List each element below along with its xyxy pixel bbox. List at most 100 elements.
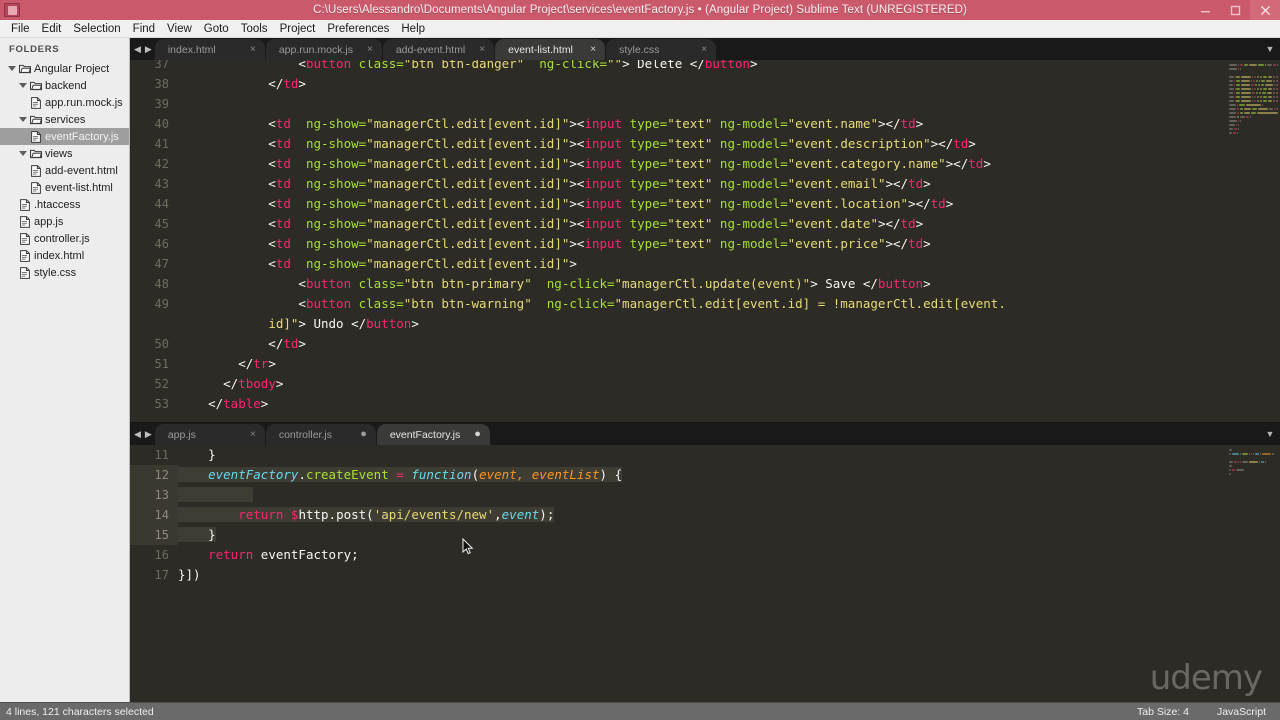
top-code-area[interactable]: 37 <button class="btn btn-danger" ng-cli… bbox=[130, 60, 1224, 422]
minimize-icon[interactable] bbox=[1190, 0, 1220, 20]
tab-close-icon[interactable]: × bbox=[236, 44, 256, 55]
tab-close-icon[interactable]: × bbox=[353, 44, 373, 55]
sidebar-header: FOLDERS bbox=[9, 44, 60, 55]
minimap-line bbox=[1227, 84, 1278, 87]
line-number: 53 bbox=[154, 397, 169, 411]
code-text: </td> bbox=[178, 76, 306, 91]
line-number: 38 bbox=[154, 77, 169, 91]
code-text: <td ng-show="managerCtl.edit[event.id]">… bbox=[178, 236, 931, 251]
tab-label: app.run.mock.js bbox=[278, 43, 353, 56]
tab-close-icon[interactable]: × bbox=[576, 44, 596, 55]
tab-scroll-right-icon[interactable]: ▶ bbox=[145, 44, 152, 54]
code-line: 47 <td ng-show="managerCtl.edit[event.id… bbox=[130, 254, 1224, 274]
minimap-line bbox=[1227, 80, 1278, 83]
tab-dirty-dot-icon[interactable]: ● bbox=[460, 429, 481, 440]
minimap-line bbox=[1227, 92, 1278, 95]
folder-icon bbox=[17, 64, 32, 74]
line-number: 16 bbox=[154, 548, 169, 562]
top-minimap[interactable] bbox=[1224, 60, 1280, 422]
sidebar-file-tree: Angular Project backend app.run.mock.js ser… bbox=[0, 60, 129, 281]
code-line: 40 <td ng-show="managerCtl.edit[event.id… bbox=[130, 114, 1224, 134]
code-line: 16 return eventFactory; bbox=[130, 545, 1224, 565]
tab-controller-js[interactable]: controller.js ● bbox=[265, 424, 376, 445]
code-text: <td ng-show="managerCtl.edit[event.id]">… bbox=[178, 196, 954, 211]
minimap-line bbox=[1227, 72, 1278, 75]
sidebar-item-label: index.html bbox=[34, 249, 85, 262]
close-icon[interactable] bbox=[1250, 0, 1280, 20]
top-tab-menu-icon[interactable]: ▼ bbox=[1260, 38, 1280, 60]
code-text: </tr> bbox=[178, 356, 276, 371]
folder-icon bbox=[28, 149, 43, 159]
code-text: <button class="btn btn-primary" ng-click… bbox=[178, 276, 931, 291]
menu-preferences[interactable]: Preferences bbox=[321, 21, 395, 37]
tab-app-js[interactable]: app.js × bbox=[154, 424, 265, 445]
menu-find[interactable]: Find bbox=[127, 21, 161, 37]
sidebar-item-add-event-html[interactable]: add-event.html bbox=[0, 162, 129, 179]
sidebar-item-label: services bbox=[45, 113, 86, 126]
disclosure-triangle-icon[interactable] bbox=[17, 83, 28, 88]
folder-icon bbox=[28, 115, 43, 125]
tab-label: index.html bbox=[167, 43, 216, 56]
sidebar-item-index-html[interactable]: index.html bbox=[0, 247, 129, 264]
sidebar-item-event-list-html[interactable]: event-list.html bbox=[0, 179, 129, 196]
bottom-code-area[interactable]: 11 } 12 eventFactory.createEvent = functi… bbox=[130, 445, 1224, 702]
sidebar-item-htaccess[interactable]: .htaccess bbox=[0, 196, 129, 213]
minimap-line bbox=[1227, 453, 1278, 456]
tab-close-icon[interactable]: × bbox=[465, 44, 485, 55]
status-syntax[interactable]: JavaScript bbox=[1203, 706, 1280, 718]
code-line: 42 <td ng-show="managerCtl.edit[event.id… bbox=[130, 154, 1224, 174]
line-number: 17 bbox=[154, 568, 169, 582]
menu-help[interactable]: Help bbox=[395, 21, 431, 37]
tab-eventfactory-js[interactable]: eventFactory.js ● bbox=[376, 424, 490, 445]
menu-view[interactable]: View bbox=[161, 21, 198, 37]
disclosure-triangle-icon[interactable] bbox=[6, 66, 17, 71]
tab-label: style.css bbox=[619, 43, 660, 56]
tab-index-html[interactable]: index.html × bbox=[154, 39, 265, 60]
tab-event-list-html[interactable]: event-list.html × bbox=[495, 39, 606, 60]
sidebar-item-views[interactable]: views bbox=[0, 145, 129, 162]
tab-add-event-html[interactable]: add-event.html × bbox=[382, 39, 495, 60]
sidebar-item-eventfactory-js[interactable]: eventFactory.js bbox=[0, 128, 129, 145]
menu-selection[interactable]: Selection bbox=[67, 21, 126, 37]
line-number: 14 bbox=[130, 505, 178, 525]
top-tab-scroll-controls[interactable]: ◀ ▶ bbox=[130, 38, 155, 60]
sidebar-item-label: event-list.html bbox=[45, 181, 113, 194]
bottom-tab-menu-icon[interactable]: ▼ bbox=[1260, 423, 1280, 445]
tab-dirty-dot-icon[interactable]: ● bbox=[346, 429, 367, 440]
line-number: 42 bbox=[154, 157, 169, 171]
window-controls bbox=[1190, 0, 1280, 20]
menu-goto[interactable]: Goto bbox=[198, 21, 235, 37]
tab-style-css[interactable]: style.css × bbox=[606, 39, 717, 60]
menu-tools[interactable]: Tools bbox=[235, 21, 274, 37]
sidebar-item-backend[interactable]: backend bbox=[0, 77, 129, 94]
menu-edit[interactable]: Edit bbox=[36, 21, 68, 37]
tab-close-icon[interactable]: × bbox=[236, 429, 256, 440]
bottom-minimap[interactable] bbox=[1224, 445, 1280, 702]
menu-file[interactable]: File bbox=[5, 21, 36, 37]
minimap-line bbox=[1227, 112, 1278, 115]
sidebar-item-app-run-mock-js[interactable]: app.run.mock.js bbox=[0, 94, 129, 111]
tab-app-run-mock-js[interactable]: app.run.mock.js × bbox=[265, 39, 382, 60]
sidebar-item-services[interactable]: services bbox=[0, 111, 129, 128]
tab-close-icon[interactable]: × bbox=[687, 44, 707, 55]
bottom-tab-scroll-controls[interactable]: ◀ ▶ bbox=[130, 423, 155, 445]
tab-scroll-left-icon[interactable]: ◀ bbox=[134, 429, 141, 439]
sidebar-item-controller-js[interactable]: controller.js bbox=[0, 230, 129, 247]
code-line: 52 </tbody> bbox=[130, 374, 1224, 394]
status-tab-size[interactable]: Tab Size: 4 bbox=[1123, 706, 1203, 718]
code-line: 37 <button class="btn btn-danger" ng-cli… bbox=[130, 60, 1224, 74]
code-text: <td ng-show="managerCtl.edit[event.id]">… bbox=[178, 216, 924, 231]
minimap-line bbox=[1227, 469, 1278, 472]
bottom-tab-bar: ◀ ▶ app.js × controller.js ● eventFactory.js… bbox=[130, 423, 1280, 445]
tab-scroll-right-icon[interactable]: ▶ bbox=[145, 429, 152, 439]
menu-project[interactable]: Project bbox=[274, 21, 322, 37]
maximize-icon[interactable] bbox=[1220, 0, 1250, 20]
code-line: 39 bbox=[130, 94, 1224, 114]
disclosure-triangle-icon[interactable] bbox=[17, 151, 28, 156]
tab-scroll-left-icon[interactable]: ◀ bbox=[134, 44, 141, 54]
disclosure-triangle-icon[interactable] bbox=[17, 117, 28, 122]
file-icon bbox=[17, 232, 32, 245]
sidebar-item-angular-project[interactable]: Angular Project bbox=[0, 60, 129, 77]
sidebar-item-app-js[interactable]: app.js bbox=[0, 213, 129, 230]
sidebar-item-style-css[interactable]: style.css bbox=[0, 264, 129, 281]
